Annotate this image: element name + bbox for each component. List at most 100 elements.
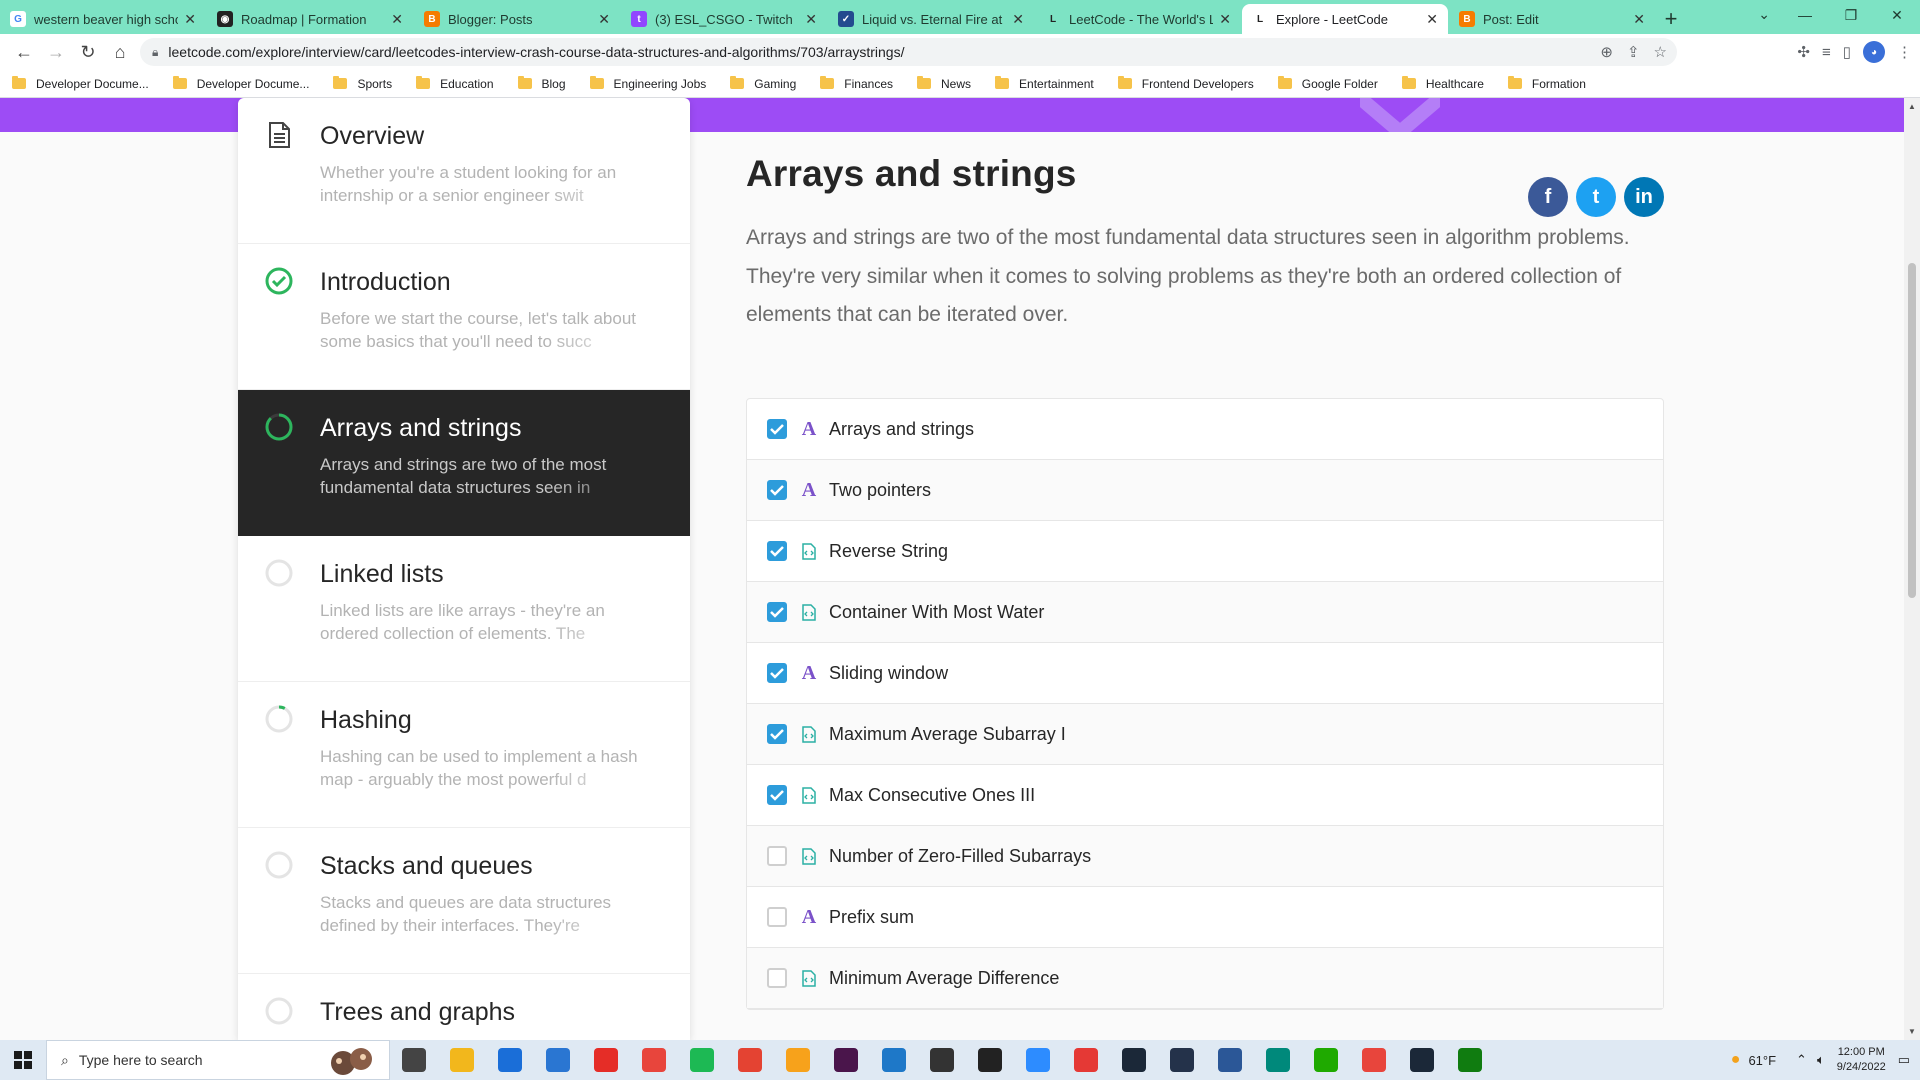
media-player-taskbar-button[interactable] <box>1062 1040 1110 1080</box>
bookmark-folder[interactable]: Gaming <box>730 76 796 91</box>
browser-tab[interactable]: t (3) ESL_CSGO - Twitch ✕ <box>621 4 827 34</box>
file-explorer-taskbar-button[interactable] <box>438 1040 486 1080</box>
chapter-item[interactable]: Linked lists Linked lists are like arrays… <box>238 536 690 682</box>
chapter-item[interactable]: Overview Whether you're a student looking… <box>238 98 690 244</box>
notification-icon[interactable]: ▭ <box>1898 1052 1910 1068</box>
taskbar-search[interactable]: ⌕ Type here to search <box>46 1040 390 1080</box>
browser-tab[interactable]: ◉ Roadmap | Formation ✕ <box>207 4 413 34</box>
tab-close-icon[interactable]: ✕ <box>1219 11 1231 28</box>
home-icon[interactable]: ⌂ <box>104 36 136 68</box>
list-item[interactable]: A Prefix sum <box>747 887 1663 948</box>
chapter-item[interactable]: Arrays and strings Arrays and strings are… <box>238 390 690 536</box>
reading-list-icon[interactable]: ≡ <box>1822 44 1831 61</box>
page-scrollbar[interactable]: ▲ ▼ <box>1904 98 1920 1040</box>
new-tab-button[interactable]: + <box>1656 4 1686 34</box>
share-icon[interactable]: ⇪ <box>1627 43 1640 61</box>
facebook-share-button[interactable]: f <box>1528 177 1568 217</box>
bookmark-folder[interactable]: Formation <box>1507 76 1586 91</box>
completion-checkbox[interactable] <box>767 541 787 561</box>
steam-alt-taskbar-button[interactable] <box>1398 1040 1446 1080</box>
bookmark-folder[interactable]: Developer Docume... <box>172 76 309 91</box>
chapter-item[interactable]: Trees and graphs <box>238 974 690 1040</box>
extensions-icon[interactable]: ✣ <box>1797 43 1810 61</box>
chapter-item[interactable]: Hashing Hashing can be used to implement … <box>238 682 690 828</box>
powershell-taskbar-button[interactable] <box>1206 1040 1254 1080</box>
completion-checkbox[interactable] <box>767 846 787 866</box>
bookmark-folder[interactable]: Developer Docume... <box>12 76 149 91</box>
list-item[interactable]: A Arrays and strings <box>747 399 1663 460</box>
completion-checkbox[interactable] <box>767 724 787 744</box>
xbox-taskbar-button[interactable] <box>1446 1040 1494 1080</box>
tab-close-icon[interactable]: ✕ <box>184 11 196 28</box>
restore-icon[interactable]: ❐ <box>1828 0 1874 30</box>
start-button[interactable] <box>0 1040 46 1080</box>
tab-search-icon[interactable]: ⌄ <box>1758 6 1770 23</box>
list-item[interactable]: Minimum Average Difference <box>747 948 1663 1009</box>
minimize-icon[interactable]: — <box>1782 0 1828 30</box>
tray-chevron-icon[interactable]: ⌃ <box>1796 1052 1807 1068</box>
sublime-taskbar-button[interactable] <box>918 1040 966 1080</box>
bookmark-folder[interactable]: Healthcare <box>1401 76 1484 91</box>
list-item[interactable]: Reverse String <box>747 521 1663 582</box>
bookmark-folder[interactable]: Sports <box>333 76 392 91</box>
clock[interactable]: 12:00 PM 9/24/2022 <box>1837 1045 1886 1075</box>
obs-taskbar-button[interactable] <box>1158 1040 1206 1080</box>
bookmark-folder[interactable]: Education <box>416 76 494 91</box>
completion-checkbox[interactable] <box>767 419 787 439</box>
store-taskbar-button[interactable] <box>486 1040 534 1080</box>
menu-kebab-icon[interactable]: ⋮ <box>1897 43 1912 61</box>
tab-close-icon[interactable]: ✕ <box>1426 11 1438 28</box>
meet-taskbar-button[interactable] <box>1254 1040 1302 1080</box>
reload-icon[interactable]: ↻ <box>72 36 104 68</box>
profile-avatar[interactable]: ◕ <box>1863 41 1885 63</box>
task-view-taskbar-button[interactable] <box>390 1040 438 1080</box>
scroll-up-icon[interactable]: ▲ <box>1908 102 1916 111</box>
forward-icon[interactable]: → <box>40 36 72 68</box>
steam-taskbar-button[interactable] <box>1110 1040 1158 1080</box>
list-item[interactable]: A Sliding window <box>747 643 1663 704</box>
browser-tab[interactable]: ✓ Liquid vs. Eternal Fire at ES ✕ <box>828 4 1034 34</box>
list-item[interactable]: Number of Zero-Filled Subarrays <box>747 826 1663 887</box>
scroll-thumb[interactable] <box>1908 263 1916 598</box>
linkedin-share-button[interactable]: in <box>1624 177 1664 217</box>
list-item[interactable]: A Two pointers <box>747 460 1663 521</box>
mail-taskbar-button[interactable] <box>534 1040 582 1080</box>
tab-close-icon[interactable]: ✕ <box>598 11 610 28</box>
close-window-icon[interactable]: ✕ <box>1874 0 1920 30</box>
completion-checkbox[interactable] <box>767 968 787 988</box>
completion-checkbox[interactable] <box>767 785 787 805</box>
tab-close-icon[interactable]: ✕ <box>805 11 817 28</box>
tab-close-icon[interactable]: ✕ <box>1633 11 1645 28</box>
todoist-taskbar-button[interactable] <box>726 1040 774 1080</box>
completion-checkbox[interactable] <box>767 602 787 622</box>
vscode-taskbar-button[interactable] <box>870 1040 918 1080</box>
address-bar[interactable]: 🔒︎ leetcode.com/explore/interview/card/l… <box>140 38 1677 66</box>
tab-close-icon[interactable]: ✕ <box>1012 11 1024 28</box>
list-item[interactable]: Maximum Average Subarray I <box>747 704 1663 765</box>
chat-taskbar-button[interactable] <box>1302 1040 1350 1080</box>
slack-taskbar-button[interactable] <box>822 1040 870 1080</box>
bookmark-folder[interactable]: Frontend Developers <box>1117 76 1254 91</box>
browser-tab[interactable]: B Post: Edit ✕ <box>1449 4 1655 34</box>
side-panel-icon[interactable]: ▯ <box>1843 43 1851 61</box>
scroll-down-icon[interactable]: ▼ <box>1908 1027 1916 1036</box>
bookmark-folder[interactable]: Blog <box>517 76 566 91</box>
spotify-taskbar-button[interactable] <box>678 1040 726 1080</box>
browser-tab[interactable]: L Explore - LeetCode ✕ <box>1242 4 1448 34</box>
bookmark-star-icon[interactable]: ☆ <box>1654 43 1667 61</box>
bookmark-folder[interactable]: Google Folder <box>1277 76 1378 91</box>
list-item[interactable]: Container With Most Water <box>747 582 1663 643</box>
speaker-icon[interactable]: 🔈︎ <box>1817 1052 1825 1068</box>
zoom-taskbar-button[interactable] <box>1014 1040 1062 1080</box>
browser-tab[interactable]: B Blogger: Posts ✕ <box>414 4 620 34</box>
completion-checkbox[interactable] <box>767 907 787 927</box>
zoom-icon[interactable]: ⊕ <box>1600 43 1613 61</box>
completion-checkbox[interactable] <box>767 480 787 500</box>
chapter-item[interactable]: Stacks and queues Stacks and queues are d… <box>238 828 690 974</box>
completion-checkbox[interactable] <box>767 663 787 683</box>
bookmark-folder[interactable]: Engineering Jobs <box>589 76 706 91</box>
bookmark-folder[interactable]: News <box>917 76 971 91</box>
youtube-taskbar-button[interactable] <box>582 1040 630 1080</box>
bookmark-folder[interactable]: Entertainment <box>995 76 1094 91</box>
photos-taskbar-button[interactable] <box>774 1040 822 1080</box>
